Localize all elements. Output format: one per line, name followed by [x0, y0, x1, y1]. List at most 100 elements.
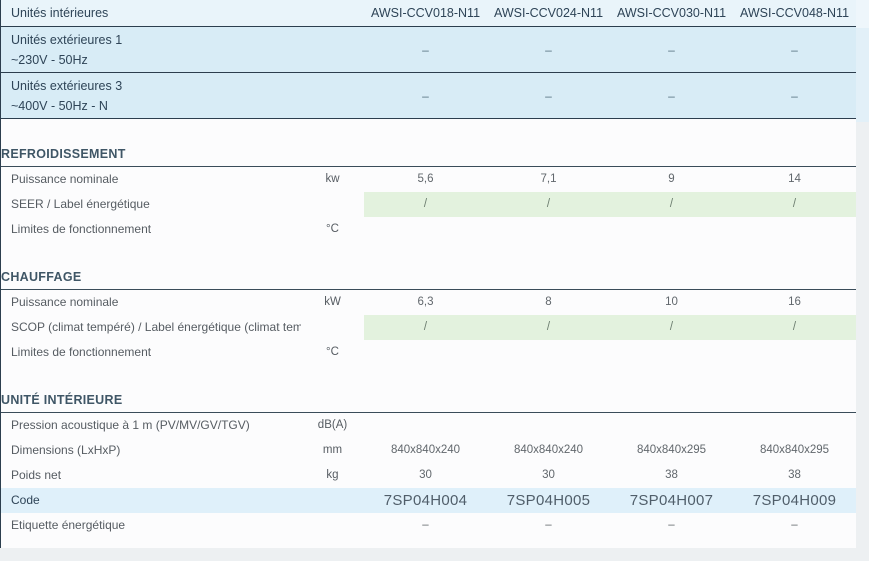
row-label-line1: Unités extérieures 1 [11, 30, 364, 50]
value-cell [733, 340, 856, 365]
value-cell: – [487, 73, 610, 119]
outdoor-unit-row: Unités extérieures 1~230V - 50Hz–––– [1, 27, 856, 73]
value-cell [487, 413, 610, 438]
code-row: Code 7SP04H0047SP04H0057SP04H0077SP04H009 [1, 488, 856, 513]
top-table: Unités intérieures AWSI-CCV018-N11AWSI-C… [1, 0, 856, 119]
row-label: Unités extérieures 1~230V - 50Hz [1, 27, 364, 73]
value-cell: 840x840x295 [610, 438, 733, 463]
value-cell [364, 413, 487, 438]
value-cell: – [733, 73, 856, 119]
unit-cell [301, 513, 364, 538]
column-header: AWSI-CCV018-N11 [364, 0, 487, 27]
row-label-line1: Unités extérieures 3 [11, 76, 364, 96]
value-cell [610, 413, 733, 438]
top-table-header-row: Unités intérieures AWSI-CCV018-N11AWSI-C… [1, 0, 856, 27]
value-cell: 30 [364, 463, 487, 488]
value-cell: 10 [610, 290, 733, 315]
spec-row: SEER / Label énergétique//// [1, 192, 856, 217]
value-cell: 7SP04H004 [364, 488, 487, 513]
row-label: Dimensions (LxHxP) [1, 438, 301, 463]
row-label: Limites de fonctionnement [1, 340, 301, 365]
value-cell: 840x840x240 [487, 438, 610, 463]
value-cell: / [733, 192, 856, 217]
value-cell: – [487, 513, 610, 538]
row-label: Limites de fonctionnement [1, 217, 301, 242]
value-cell: 14 [733, 167, 856, 192]
unit-cell: kg [301, 463, 364, 488]
value-cell: 840x840x240 [364, 438, 487, 463]
row-label-line2: ~230V - 50Hz [11, 50, 364, 70]
spec-row: Pression acoustique à 1 m (PV/MV/GV/TGV)… [1, 413, 856, 438]
value-cell: / [487, 192, 610, 217]
spec-row: Dimensions (LxHxP)mm840x840x240840x840x2… [1, 438, 856, 463]
value-cell: 7SP04H005 [487, 488, 610, 513]
value-cell: / [487, 315, 610, 340]
right-strip-header [856, 0, 869, 28]
section-title: REFROIDISSEMENT [1, 146, 856, 167]
value-cell: / [610, 192, 733, 217]
product-spec-sheet: Unités intérieures AWSI-CCV018-N11AWSI-C… [0, 0, 869, 561]
value-cell [733, 217, 856, 242]
value-cell: 7SP04H007 [610, 488, 733, 513]
value-cell: / [733, 315, 856, 340]
spec-row: SCOP (climat tempéré) / Label énergétiqu… [1, 315, 856, 340]
value-cell [364, 340, 487, 365]
row-label: Puissance nominale [1, 290, 301, 315]
unit-cell: kw [301, 167, 364, 192]
value-cell: – [364, 73, 487, 119]
column-header: AWSI-CCV048-N11 [733, 0, 856, 27]
value-cell: – [487, 27, 610, 73]
value-cell: – [610, 513, 733, 538]
spec-row: Limites de fonctionnement°C [1, 217, 856, 242]
value-cell: – [364, 27, 487, 73]
value-cell: 8 [487, 290, 610, 315]
spec-row: Puissance nominalekw5,67,1914 [1, 167, 856, 192]
unit-cell: mm [301, 438, 364, 463]
spec-content: Unités intérieures AWSI-CCV018-N11AWSI-C… [0, 0, 856, 548]
row-label: Etiquette énergétique [1, 513, 301, 538]
row-label: Pression acoustique à 1 m (PV/MV/GV/TGV) [1, 413, 301, 438]
unit-cell: °C [301, 340, 364, 365]
unit-cell [301, 192, 364, 217]
section-title: UNITÉ INTÉRIEURE [1, 392, 856, 413]
unit-cell [301, 488, 364, 513]
value-cell [487, 217, 610, 242]
row-label: SEER / Label énergétique [1, 192, 301, 217]
value-cell: – [364, 513, 487, 538]
value-cell: 9 [610, 167, 733, 192]
row-label: Poids net [1, 463, 301, 488]
right-strip-row1 [856, 28, 869, 75]
section-title: CHAUFFAGE [1, 269, 856, 290]
value-cell: 840x840x295 [733, 438, 856, 463]
indoor-units-label: Unités intérieures [1, 0, 364, 27]
section: UNITÉ INTÉRIEUREPression acoustique à 1 … [1, 392, 856, 538]
value-cell: 7SP04H009 [733, 488, 856, 513]
row-label: Puissance nominale [1, 167, 301, 192]
row-label-line2: ~400V - 50Hz - N [11, 96, 364, 116]
value-cell [733, 413, 856, 438]
unit-cell: dB(A) [301, 413, 364, 438]
spec-row: Etiquette énergétique–––– [1, 513, 856, 538]
value-cell [487, 340, 610, 365]
value-cell: 16 [733, 290, 856, 315]
value-cell: 30 [487, 463, 610, 488]
value-cell: 5,6 [364, 167, 487, 192]
value-cell: – [733, 27, 856, 73]
spec-row: Limites de fonctionnement°C [1, 340, 856, 365]
row-label: SCOP (climat tempéré) / Label énergétiqu… [1, 315, 301, 340]
column-header: AWSI-CCV030-N11 [610, 0, 733, 27]
right-strip-row2 [856, 75, 869, 122]
value-cell: – [610, 73, 733, 119]
value-cell: 38 [610, 463, 733, 488]
value-cell [610, 340, 733, 365]
value-cell: 7,1 [487, 167, 610, 192]
value-cell: – [610, 27, 733, 73]
value-cell: / [364, 315, 487, 340]
unit-cell: kW [301, 290, 364, 315]
spec-row: Puissance nominalekW6,381016 [1, 290, 856, 315]
unit-cell: °C [301, 217, 364, 242]
column-header: AWSI-CCV024-N11 [487, 0, 610, 27]
row-label: Code [1, 488, 301, 513]
value-cell: 6,3 [364, 290, 487, 315]
unit-cell [301, 315, 364, 340]
